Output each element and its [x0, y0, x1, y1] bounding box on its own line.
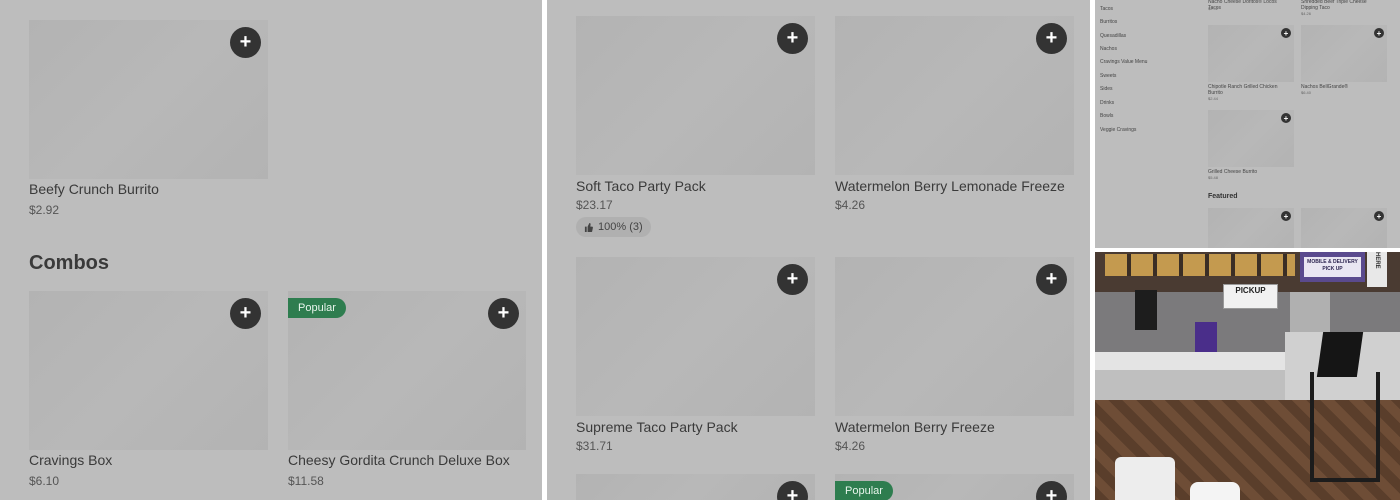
sign-sub-text: PICK UP	[1322, 266, 1343, 272]
menu-item-card[interactable]: + Beefy Crunch Burrito $2.92	[29, 20, 268, 220]
item-name: Watermelon Berry Lemonade Freeze	[835, 178, 1065, 194]
menu-item-card[interactable]: Popular +	[835, 474, 1074, 500]
rating-badge: 100% (3)	[576, 217, 651, 237]
item-price: $4.26	[1301, 11, 1312, 16]
thumbs-up-icon	[584, 222, 593, 232]
item-name: Cheesy Gordita Crunch Deluxe Box	[288, 452, 510, 468]
item-name: Soft Taco Party Pack	[576, 178, 706, 194]
nav-item-nachos[interactable]: Nachos	[1100, 46, 1117, 52]
plus-icon[interactable]: +	[1036, 23, 1067, 54]
item-name: Supreme Taco Party Pack	[576, 419, 738, 435]
item-name: Beefy Crunch Burrito	[29, 181, 159, 197]
nav-item-burritos[interactable]: Burritos	[1100, 19, 1117, 25]
restaurant-photo: MOBILE & DELIVERY PICK UP HERE PICKUP	[1095, 252, 1400, 500]
pickup-sign-text: PICKUP	[1235, 286, 1266, 295]
item-price: $11.58	[288, 474, 324, 488]
item-price: $2.44	[1208, 96, 1219, 101]
plus-icon[interactable]: +	[488, 298, 519, 329]
plus-icon[interactable]: +	[1036, 264, 1067, 295]
plus-icon[interactable]: +	[777, 264, 808, 295]
item-price: $4.26	[835, 439, 866, 453]
menu-item-card[interactable]: + Cravings Box $6.10	[29, 291, 268, 491]
section-title: Featured	[1208, 193, 1238, 200]
vertical-sign-text: HERE	[1374, 252, 1380, 269]
employee	[1135, 290, 1157, 330]
menu-boards	[1105, 254, 1295, 276]
nav-item-cravings-value-menu[interactable]: Cravings Value Menu	[1100, 59, 1147, 65]
menu-item-card[interactable]: +	[576, 474, 815, 500]
menu-item-card[interactable]: + Supreme Taco Party Pack $31.71	[576, 257, 815, 457]
nav-item-quesadillas[interactable]: Quesadillas	[1100, 33, 1126, 39]
menu-item-card[interactable]: Shredded Beef Triple Cheese Dipping Taco…	[1301, 0, 1387, 18]
item-name: Grilled Cheese Burrito	[1208, 169, 1258, 175]
item-price: $2.92	[1208, 6, 1219, 11]
plus-icon[interactable]: +	[1374, 211, 1384, 221]
item-price: $31.71	[576, 439, 613, 453]
menu-panel-middle: + Soft Taco Party Pack $23.17 100% (3) +…	[547, 0, 1090, 500]
item-price: $4.26	[835, 198, 866, 212]
kiosk-stand	[1310, 372, 1380, 482]
nav-item-tacos[interactable]: Tacos	[1100, 6, 1113, 12]
nav-item-veggie-cravings[interactable]: Veggie Cravings	[1100, 127, 1136, 133]
item-name: Watermelon Berry Freeze	[835, 419, 995, 435]
plus-icon[interactable]: +	[777, 23, 808, 54]
counter-front	[1095, 370, 1285, 400]
menu-item-card[interactable]: + Watermelon Berry Freeze $4.26	[835, 257, 1074, 457]
item-name: Cravings Box	[29, 452, 113, 468]
sign-top-text: MOBILE & DELIVERY	[1307, 259, 1358, 265]
pickup-sign: PICKUP	[1223, 284, 1278, 309]
pickup-banner: MOBILE & DELIVERY PICK UP	[1300, 252, 1365, 282]
menu-item-card[interactable]: + Soft Taco Party Pack $23.17 100% (3)	[576, 16, 815, 241]
nav-item-bowls[interactable]: Bowls	[1100, 113, 1113, 119]
menu-item-card[interactable]: + Chipotle Ranch Grilled Chicken Burrito…	[1208, 25, 1294, 103]
kiosk-screen	[1316, 332, 1364, 377]
item-name: Nachos BellGrande®	[1301, 84, 1349, 90]
menu-item-card[interactable]: + Watermelon Berry Lemonade Freeze $4.26	[835, 16, 1074, 216]
screenshot-collage: + Beefy Crunch Burrito $2.92 Combos + Cr…	[0, 0, 1400, 500]
plus-icon[interactable]: +	[1374, 28, 1384, 38]
menu-item-card[interactable]: Nacho Cheese Doritos® Locos Tacos $2.92	[1208, 0, 1294, 18]
napkin-holder	[1115, 457, 1175, 500]
purple-display	[1195, 322, 1217, 352]
item-price: $5.48	[1208, 175, 1219, 180]
popular-badge: Popular	[835, 481, 893, 500]
rating-text: 100% (3)	[598, 221, 643, 233]
item-name: Nacho Cheese Doritos® Locos Tacos	[1208, 0, 1277, 11]
menu-item-card[interactable]: Popular + Cheesy Gordita Crunch Deluxe B…	[288, 291, 526, 491]
nav-item-sides[interactable]: Sides	[1100, 86, 1113, 92]
plus-icon[interactable]: +	[230, 27, 261, 58]
menu-item-card[interactable]: +	[1301, 208, 1387, 248]
vertical-sign: HERE	[1367, 252, 1387, 287]
item-name: Shredded Beef Triple Cheese Dipping Taco	[1301, 0, 1367, 11]
plus-icon[interactable]: +	[230, 298, 261, 329]
item-price: $6.10	[29, 474, 60, 488]
item-name: Chipotle Ranch Grilled Chicken Burrito	[1208, 84, 1278, 96]
nav-item-drinks[interactable]: Drinks	[1100, 100, 1114, 106]
plus-icon[interactable]: +	[1281, 28, 1291, 38]
menu-panel-mini: Tacos Burritos Quesadillas Nachos Cravin…	[1095, 0, 1400, 248]
plus-icon[interactable]: +	[1281, 211, 1291, 221]
menu-panel-left: + Beefy Crunch Burrito $2.92 Combos + Cr…	[0, 0, 542, 500]
menu-item-card[interactable]: + Grilled Cheese Burrito $5.48	[1208, 110, 1294, 185]
nav-item-sweets[interactable]: Sweets	[1100, 73, 1116, 79]
item-price: $2.92	[29, 203, 60, 217]
popular-badge: Popular	[288, 298, 346, 318]
menu-item-card[interactable]: + Nachos BellGrande® $6.40	[1301, 25, 1387, 103]
item-price: $23.17	[576, 198, 613, 212]
napkins	[1190, 482, 1240, 500]
menu-item-card[interactable]: +	[1208, 208, 1294, 248]
plus-icon[interactable]: +	[1281, 113, 1291, 123]
item-price: $6.40	[1301, 90, 1312, 95]
section-title: Combos	[29, 252, 109, 274]
